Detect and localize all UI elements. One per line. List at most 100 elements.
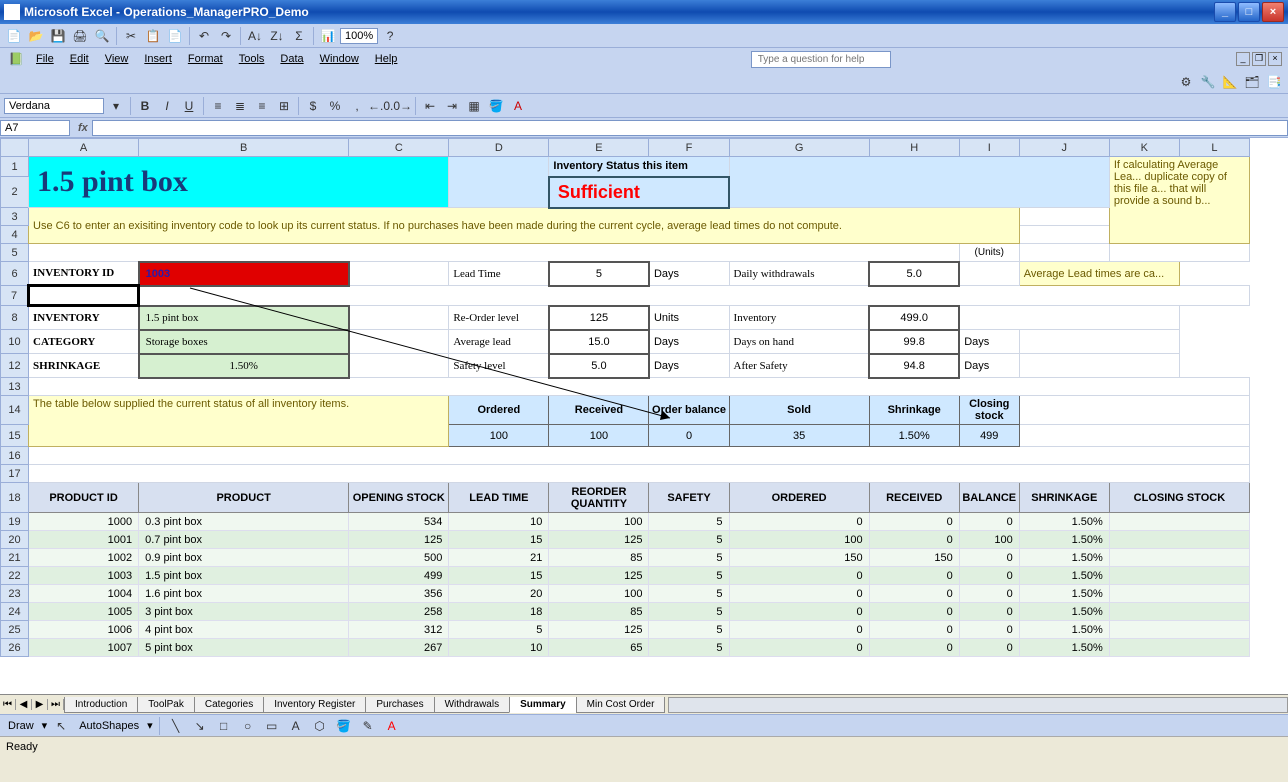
borders-icon[interactable]: ▦ xyxy=(464,96,484,116)
menu-edit[interactable]: Edit xyxy=(62,51,97,67)
pointer-icon[interactable]: ↖ xyxy=(51,716,71,736)
decimal-dec-icon[interactable]: .0→ xyxy=(391,96,411,116)
table-row[interactable]: 2610075 pint box267106550001.50% xyxy=(1,639,1250,657)
fontcolor-icon[interactable]: A xyxy=(382,716,402,736)
font-size-select[interactable]: ▾ xyxy=(106,96,126,116)
menu-tools[interactable]: Tools xyxy=(231,51,273,67)
doc-minimize[interactable]: _ xyxy=(1236,52,1250,66)
underline-icon[interactable]: U xyxy=(179,96,199,116)
wordart-icon[interactable]: A xyxy=(286,716,306,736)
sheet-tab-min-cost-order[interactable]: Min Cost Order xyxy=(576,697,666,713)
col-header-I[interactable]: I xyxy=(959,139,1019,157)
sheet-tab-summary[interactable]: Summary xyxy=(509,697,577,713)
help-icon[interactable]: ? xyxy=(380,26,400,46)
indent-inc-icon[interactable]: ⇥ xyxy=(442,96,462,116)
menu-window[interactable]: Window xyxy=(312,51,367,67)
select-all[interactable] xyxy=(1,139,29,157)
col-header-C[interactable]: C xyxy=(349,139,449,157)
tool-icon2[interactable]: 🔧 xyxy=(1198,72,1218,92)
col-header-A[interactable]: A xyxy=(29,139,139,157)
tool-icon4[interactable]: 🗂 xyxy=(1242,72,1262,92)
new-icon[interactable]: 📄 xyxy=(4,26,24,46)
draw-menu[interactable]: Draw xyxy=(4,718,38,734)
diagram-icon[interactable]: ⬡ xyxy=(310,716,330,736)
formula-bar[interactable] xyxy=(92,120,1288,136)
redo-icon[interactable]: ↷ xyxy=(216,26,236,46)
fill-color-icon[interactable]: 🪣 xyxy=(486,96,506,116)
spreadsheet-grid[interactable]: ABCDEFGHIJKL 1 1.5 pint box Inventory St… xyxy=(0,138,1288,694)
comma-icon[interactable]: , xyxy=(347,96,367,116)
save-icon[interactable]: 💾 xyxy=(48,26,68,46)
font-select[interactable]: Verdana xyxy=(4,98,104,114)
fx-icon[interactable]: fx xyxy=(78,122,88,134)
horizontal-scrollbar[interactable] xyxy=(668,697,1288,713)
percent-icon[interactable]: % xyxy=(325,96,345,116)
sheet-tab-inventory-register[interactable]: Inventory Register xyxy=(263,697,366,713)
table-row[interactable]: 1910000.3 pint box5341010050001.50% xyxy=(1,513,1250,531)
doc-close[interactable]: × xyxy=(1268,52,1282,66)
table-row[interactable]: 2010010.7 pint box12515125510001001.50% xyxy=(1,531,1250,549)
sheet-tab-toolpak[interactable]: ToolPak xyxy=(137,697,195,713)
name-box[interactable]: A7 xyxy=(0,120,70,136)
zoom-select[interactable]: 100% xyxy=(340,28,378,44)
col-header-H[interactable]: H xyxy=(869,139,959,157)
menu-view[interactable]: View xyxy=(97,51,137,67)
col-header-B[interactable]: B xyxy=(139,139,349,157)
currency-icon[interactable]: $ xyxy=(303,96,323,116)
oval-icon[interactable]: ○ xyxy=(238,716,258,736)
sum-icon[interactable]: Σ xyxy=(289,26,309,46)
excel-doc-icon[interactable]: 📗 xyxy=(6,49,26,69)
textbox-icon[interactable]: ▭ xyxy=(262,716,282,736)
doc-restore[interactable]: ❐ xyxy=(1252,52,1266,66)
col-header-L[interactable]: L xyxy=(1179,139,1249,157)
merge-icon[interactable]: ⊞ xyxy=(274,96,294,116)
col-header-K[interactable]: K xyxy=(1109,139,1179,157)
menu-data[interactable]: Data xyxy=(272,51,311,67)
sheet-tab-purchases[interactable]: Purchases xyxy=(365,697,434,713)
table-row[interactable]: 2410053 pint box258188550001.50% xyxy=(1,603,1250,621)
bold-icon[interactable]: B xyxy=(135,96,155,116)
paste-icon[interactable]: 📄 xyxy=(165,26,185,46)
tool-icon5[interactable]: 📑 xyxy=(1264,72,1284,92)
help-search-input[interactable] xyxy=(751,51,891,68)
linecolor-icon[interactable]: ✎ xyxy=(358,716,378,736)
tool-icon[interactable]: ⚙ xyxy=(1176,72,1196,92)
align-center-icon[interactable]: ≣ xyxy=(230,96,250,116)
col-header-F[interactable]: F xyxy=(649,139,729,157)
col-header-E[interactable]: E xyxy=(549,139,649,157)
col-header-G[interactable]: G xyxy=(729,139,869,157)
tab-nav-first[interactable]: ⏮ xyxy=(0,699,16,710)
menu-insert[interactable]: Insert xyxy=(136,51,180,67)
align-right-icon[interactable]: ≡ xyxy=(252,96,272,116)
close-button[interactable]: × xyxy=(1262,2,1284,22)
table-row[interactable]: 2110020.9 pint box5002185515015001.50% xyxy=(1,549,1250,567)
font-color-icon[interactable]: A xyxy=(508,96,528,116)
table-row[interactable]: 2310041.6 pint box3562010050001.50% xyxy=(1,585,1250,603)
tab-nav-next[interactable]: ▶ xyxy=(32,699,48,710)
preview-icon[interactable]: 🔍 xyxy=(92,26,112,46)
chart-icon[interactable]: 📊 xyxy=(318,26,338,46)
col-header-D[interactable]: D xyxy=(449,139,549,157)
tab-nav-last[interactable]: ⏭ xyxy=(48,699,64,710)
copy-icon[interactable]: 📋 xyxy=(143,26,163,46)
open-icon[interactable]: 📂 xyxy=(26,26,46,46)
tab-nav-prev[interactable]: ◀ xyxy=(16,699,32,710)
align-left-icon[interactable]: ≡ xyxy=(208,96,228,116)
italic-icon[interactable]: I xyxy=(157,96,177,116)
print-icon[interactable]: 🖨 xyxy=(70,26,90,46)
minimize-button[interactable]: _ xyxy=(1214,2,1236,22)
menu-file[interactable]: File xyxy=(28,51,62,67)
tool-icon3[interactable]: 📐 xyxy=(1220,72,1240,92)
sort-asc-icon[interactable]: A↓ xyxy=(245,26,265,46)
undo-icon[interactable]: ↶ xyxy=(194,26,214,46)
sheet-tab-categories[interactable]: Categories xyxy=(194,697,264,713)
menu-format[interactable]: Format xyxy=(180,51,231,67)
cut-icon[interactable]: ✂ xyxy=(121,26,141,46)
rect-icon[interactable]: □ xyxy=(214,716,234,736)
decimal-inc-icon[interactable]: ←.0 xyxy=(369,96,389,116)
table-row[interactable]: 2210031.5 pint box4991512550001.50% xyxy=(1,567,1250,585)
col-header-J[interactable]: J xyxy=(1019,139,1109,157)
line-icon[interactable]: ╲ xyxy=(166,716,186,736)
sheet-tab-introduction[interactable]: Introduction xyxy=(64,697,138,713)
table-row[interactable]: 2510064 pint box312512550001.50% xyxy=(1,621,1250,639)
